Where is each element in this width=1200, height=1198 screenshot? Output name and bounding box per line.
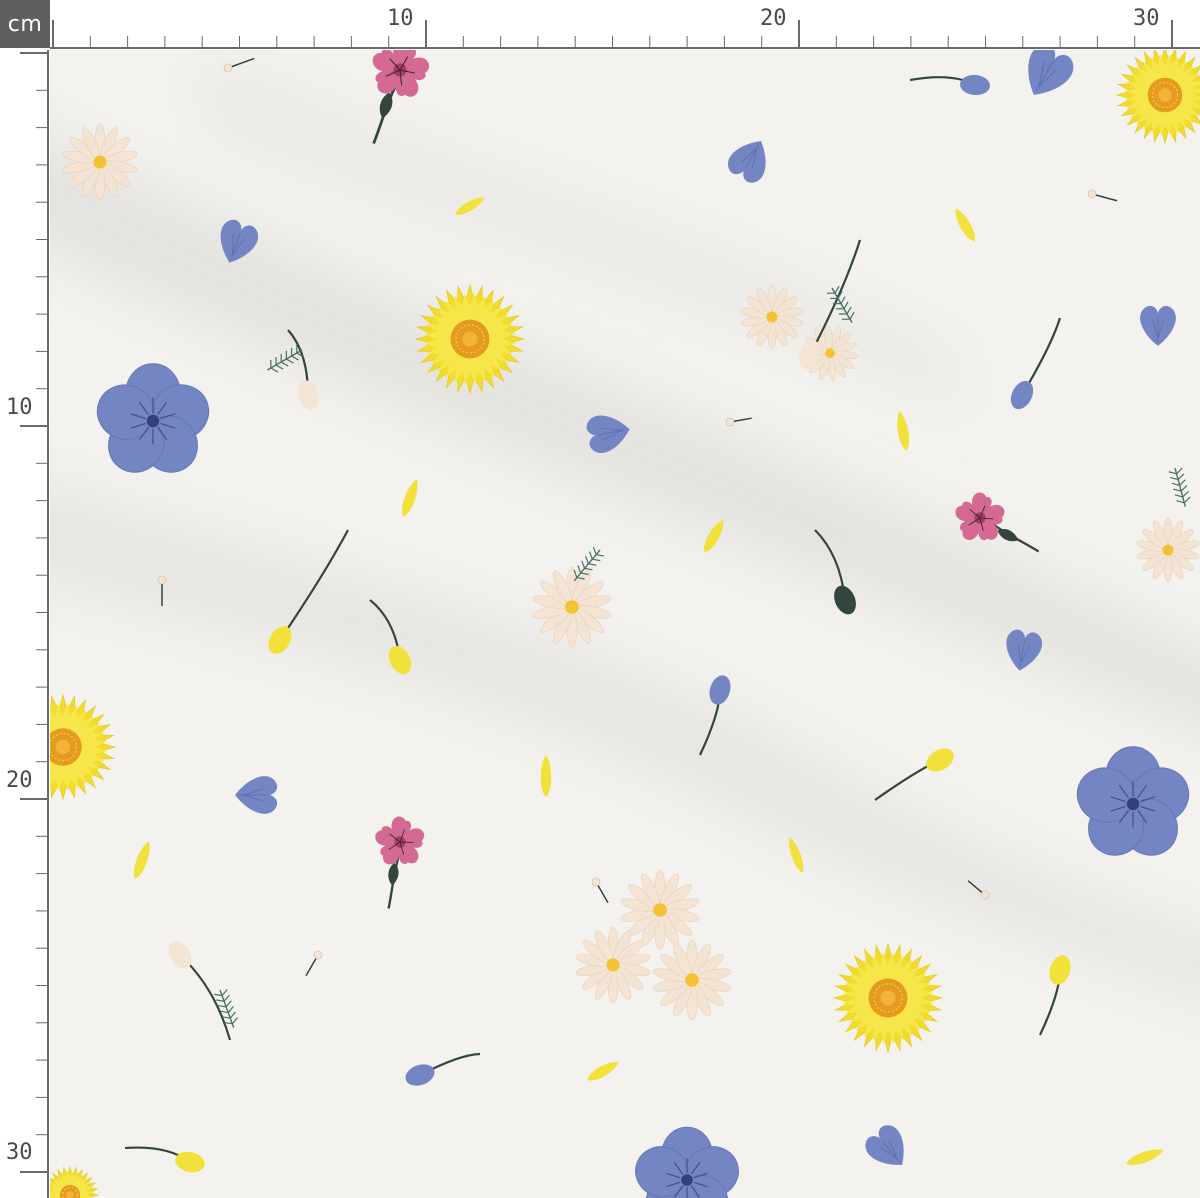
bud-icon bbox=[1087, 189, 1118, 202]
ruler-left-label-10: 10 bbox=[6, 395, 33, 420]
fabric-preview: cm 10 20 30 10 20 30 bbox=[0, 0, 1200, 1198]
pink-carnation-icon bbox=[375, 816, 425, 909]
blue-flower-icon bbox=[1076, 746, 1190, 856]
petal-icon bbox=[402, 479, 418, 517]
ruler-left-ticks bbox=[20, 50, 49, 1198]
daisy-icon bbox=[620, 869, 700, 951]
yellow-flower-stem-icon bbox=[124, 1146, 205, 1173]
blue-petal-icon bbox=[235, 776, 278, 814]
yellow-bud-stem-icon bbox=[874, 748, 954, 801]
petal-icon bbox=[134, 841, 150, 879]
ruler-top-label-10: 10 bbox=[387, 6, 414, 31]
blue-petal-icon bbox=[865, 1125, 904, 1165]
daisy-icon bbox=[575, 926, 651, 1004]
blue-cornflower-stem-icon bbox=[405, 1052, 481, 1086]
ruler-top: 10 20 30 bbox=[50, 0, 1200, 50]
floral-pattern bbox=[50, 50, 1200, 1198]
daisy-icon bbox=[532, 566, 612, 648]
blue-flower-icon bbox=[96, 363, 210, 473]
petal-icon bbox=[897, 411, 910, 451]
ruler-left: 10 20 30 bbox=[0, 50, 50, 1198]
daisy-icon bbox=[1136, 517, 1200, 583]
ruler-left-label-20: 20 bbox=[6, 768, 33, 793]
unit-badge: cm bbox=[0, 0, 50, 48]
sunflower-icon bbox=[832, 942, 944, 1054]
blue-petal-icon bbox=[1028, 50, 1074, 95]
ruler-top-label-30: 30 bbox=[1133, 6, 1160, 31]
ruler-top-ticks bbox=[50, 20, 1200, 49]
petal-icon bbox=[587, 1061, 619, 1081]
yellow-flower-stem-icon bbox=[1039, 955, 1071, 1036]
fabric-swatch bbox=[50, 50, 1200, 1198]
petal-icon bbox=[540, 755, 552, 797]
blue-cornflower-stem-icon bbox=[909, 74, 990, 96]
petal-icon bbox=[1126, 1149, 1164, 1165]
ruler-left-label-30: 30 bbox=[6, 1140, 33, 1165]
blue-petal-icon bbox=[727, 140, 766, 183]
blue-flower-icon bbox=[635, 1126, 739, 1198]
fern-leaf-icon bbox=[1168, 467, 1191, 507]
bud-icon bbox=[725, 417, 752, 427]
bud-icon bbox=[305, 950, 323, 977]
sunflower-icon bbox=[50, 1165, 100, 1198]
blue-cornflower-stem-icon bbox=[1010, 317, 1062, 410]
petal-icon bbox=[955, 208, 975, 242]
sunflower-icon bbox=[50, 693, 117, 801]
small-daisy-stem-icon bbox=[168, 941, 232, 1041]
blue-petal-icon bbox=[1140, 305, 1176, 346]
daisy-icon bbox=[652, 939, 732, 1021]
sunflower-icon bbox=[1115, 50, 1200, 145]
bud-icon bbox=[591, 877, 609, 904]
ruler-top-label-20: 20 bbox=[760, 6, 787, 31]
